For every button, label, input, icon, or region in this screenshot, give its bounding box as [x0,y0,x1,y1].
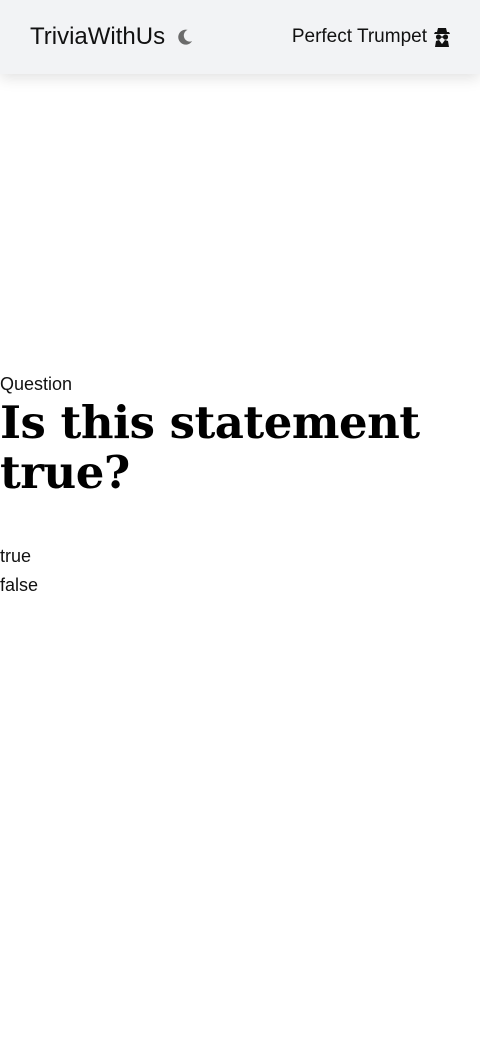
answer-list: true false [0,542,480,600]
answer-option-false[interactable]: false [0,571,480,600]
top-navbar: TriviaWithUs Perfect Trumpet [0,0,480,74]
brand-logo-text[interactable]: TriviaWithUs [30,23,165,51]
moon-icon[interactable] [175,27,195,47]
question-label: Question [0,374,73,394]
question-panel: Question Is this statement true? true fa… [0,372,480,600]
user-menu[interactable]: Perfect Trumpet [292,26,451,48]
answer-option-true[interactable]: true [0,542,480,571]
question-text: Is this statement true? [0,396,420,499]
spy-icon [433,27,451,47]
brand: TriviaWithUs [30,23,195,51]
username[interactable]: Perfect Trumpet [292,26,427,48]
